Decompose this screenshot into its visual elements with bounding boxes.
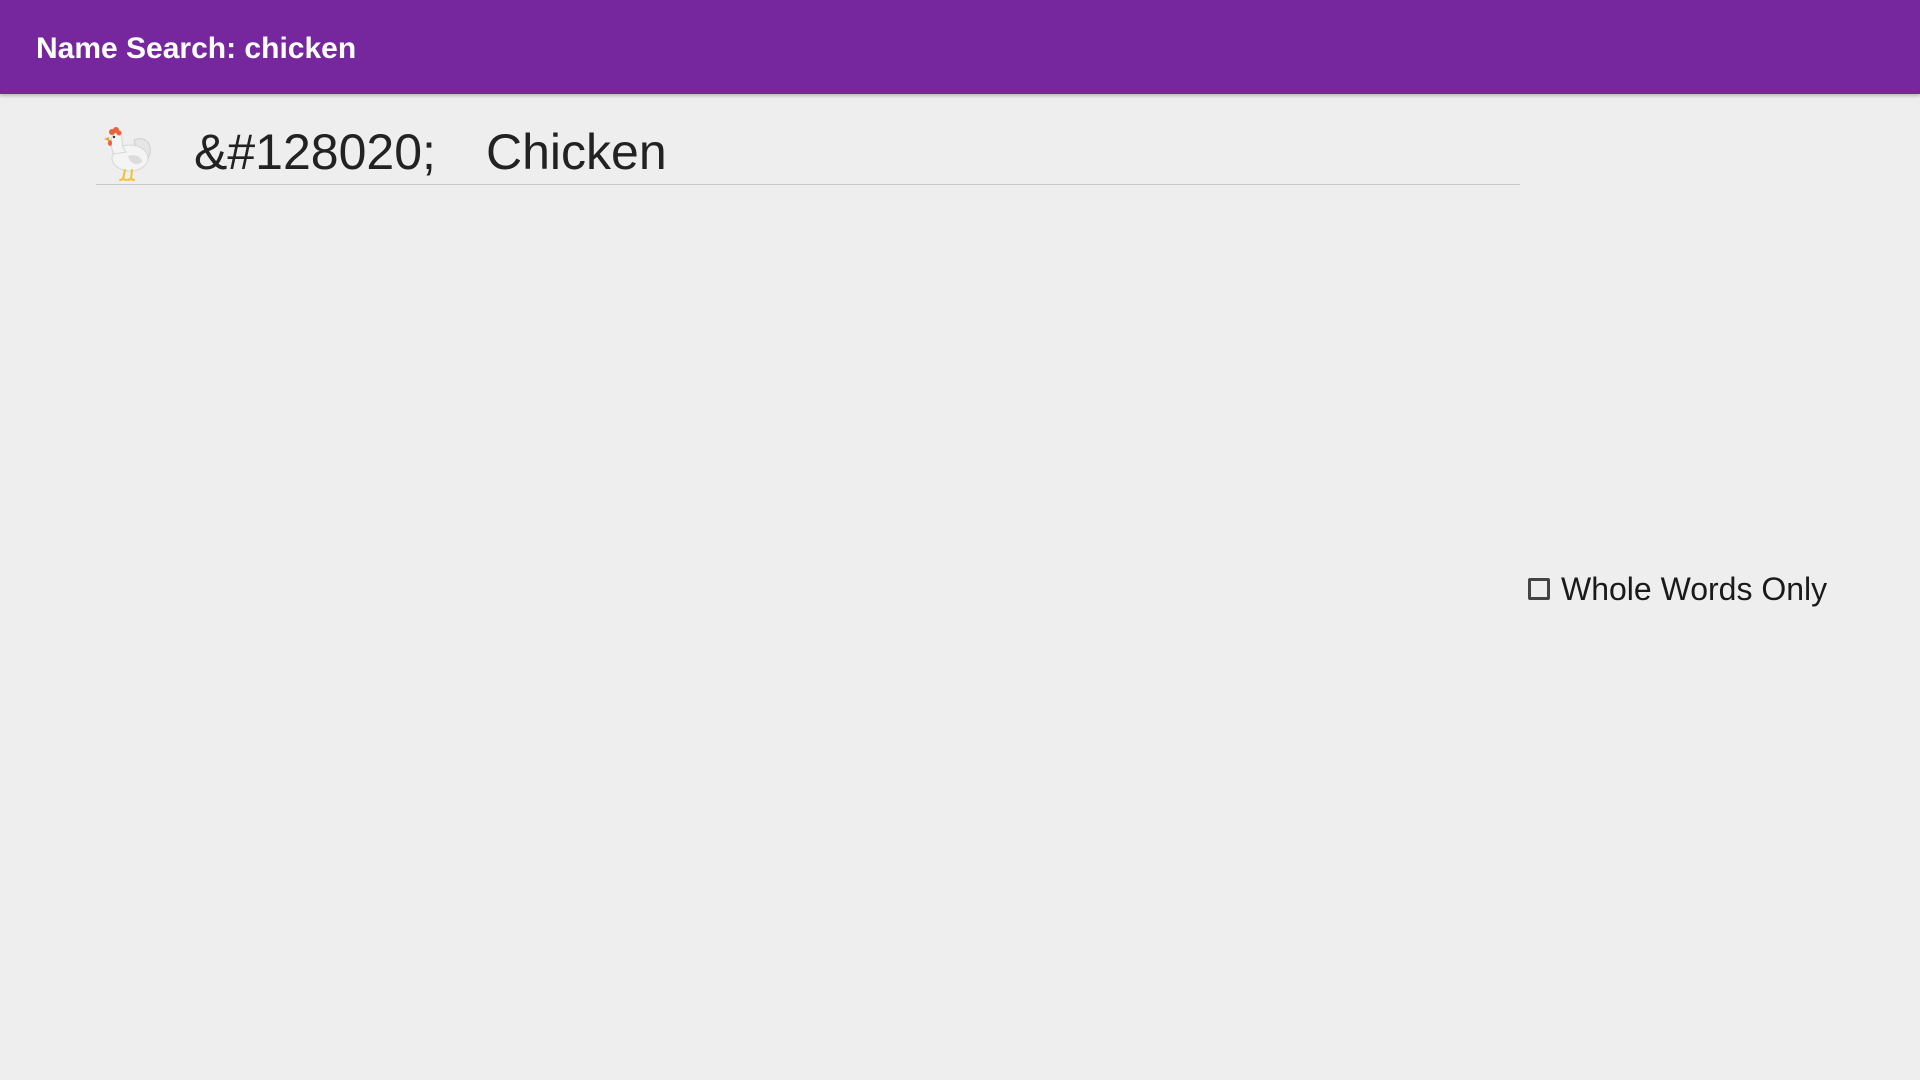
app-title: Name Search: chicken bbox=[36, 32, 357, 65]
whole-words-label[interactable]: Whole Words Only bbox=[1561, 571, 1827, 608]
whole-words-checkbox[interactable] bbox=[1528, 578, 1550, 600]
app-bar: Name Search: chicken bbox=[0, 0, 1920, 94]
entity-code: &#128020; bbox=[194, 124, 436, 180]
whole-words-option[interactable]: Whole Words Only bbox=[1528, 566, 1827, 612]
search-results-list: &#128020; Chicken bbox=[96, 118, 1520, 185]
result-row[interactable]: &#128020; Chicken bbox=[96, 118, 1520, 185]
chicken-emoji-icon bbox=[104, 127, 151, 181]
emoji-name: Chicken bbox=[486, 124, 667, 180]
